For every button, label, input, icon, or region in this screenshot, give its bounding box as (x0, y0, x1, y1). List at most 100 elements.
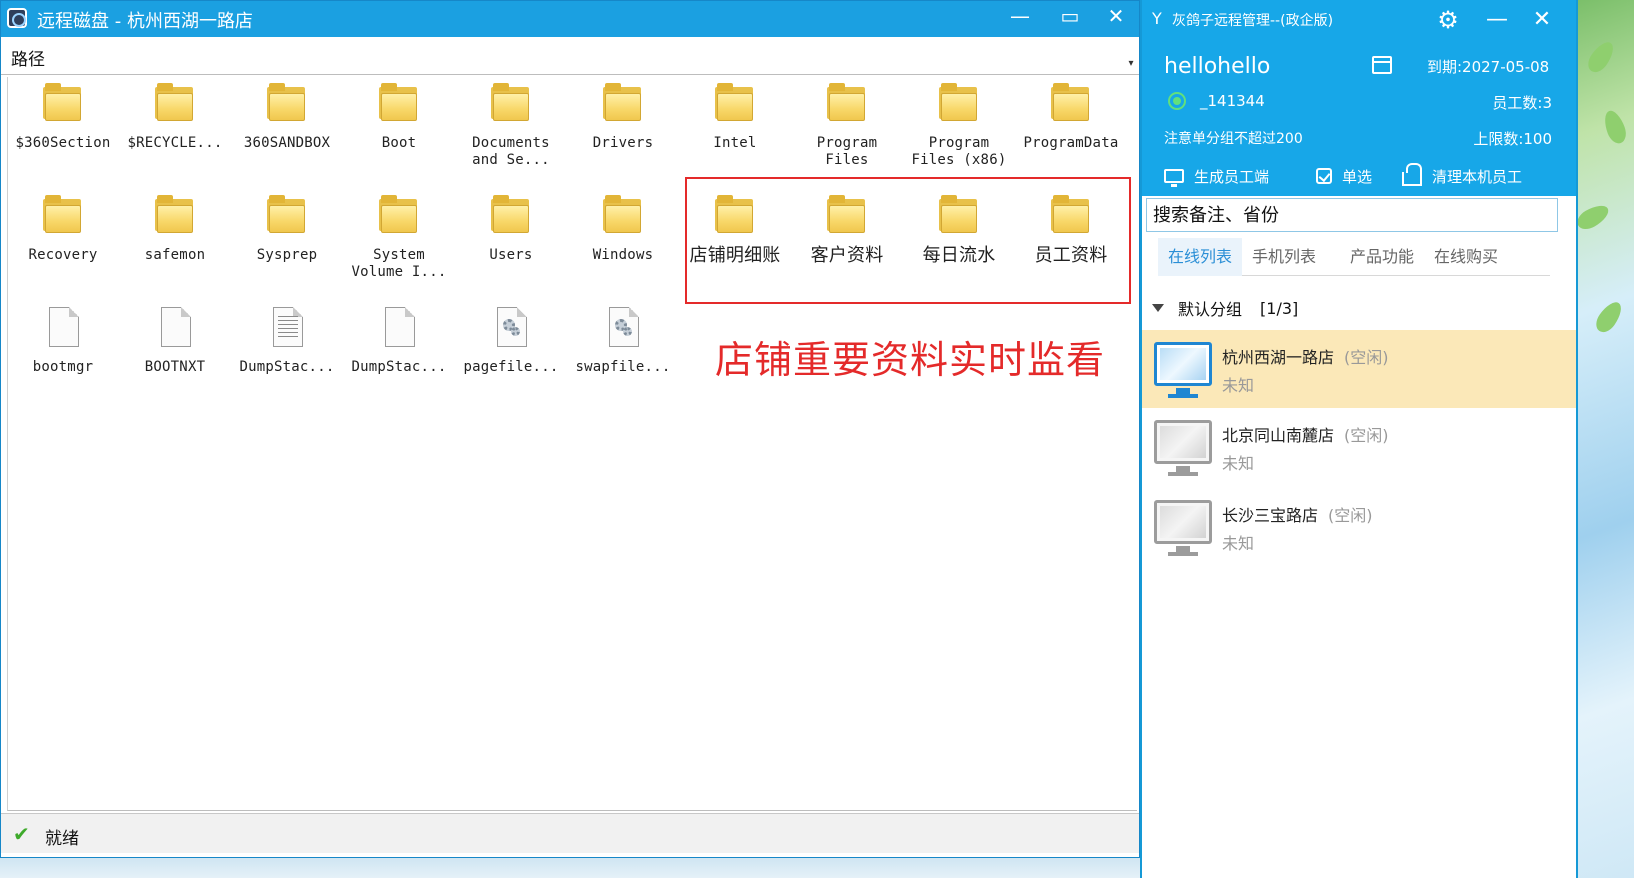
checkmark-icon: ✔ (13, 822, 30, 846)
folder-item[interactable]: Drivers (567, 77, 679, 177)
file-label: swapfile... (575, 359, 671, 375)
folder-icon (43, 195, 83, 237)
close-button[interactable]: ✕ (1527, 4, 1557, 36)
folder-item[interactable]: Users (455, 189, 567, 289)
system-file-icon (491, 307, 531, 349)
device-location: 未知 (1222, 376, 1255, 395)
minimize-button[interactable]: — (1482, 4, 1512, 36)
folder-icon (603, 83, 643, 125)
folder-item[interactable]: ProgramData (1015, 77, 1127, 177)
folder-item[interactable]: Program Files (791, 77, 903, 177)
group-header[interactable]: 默认分组 [1/3] (1152, 296, 1298, 320)
folder-icon (379, 195, 419, 237)
folder-icon (491, 83, 531, 125)
checkbox-icon (1316, 168, 1332, 184)
leaf-decoration (1573, 200, 1613, 234)
leaf-decoration (1583, 37, 1619, 77)
generate-client-label: 生成员工端 (1194, 167, 1270, 186)
generate-client-button[interactable]: 生成员工端 (1164, 164, 1269, 188)
file-item[interactable]: bootmgr (7, 301, 119, 401)
manager-tabs: 在线列表 手机列表 产品功能 在线购买 (1158, 238, 1550, 276)
file-label: DumpStac... (351, 359, 447, 375)
device-item[interactable]: 杭州西湖一路店 (空闲) 未知 (1142, 330, 1576, 408)
scroll-down-arrow-icon[interactable]: ▾ (1125, 55, 1137, 73)
file-icon (43, 307, 83, 349)
file-item[interactable]: DumpStac... (343, 301, 455, 401)
device-item[interactable]: 长沙三宝路店 (空闲) 未知 (1142, 488, 1576, 566)
computer-icon (1154, 420, 1212, 464)
folder-item[interactable]: Recovery (7, 189, 119, 289)
gear-icon[interactable]: ⚙ (1432, 4, 1464, 36)
folder-item[interactable]: System Volume I... (343, 189, 455, 289)
caret-down-icon[interactable] (1152, 304, 1164, 312)
folder-item[interactable]: safemon (119, 189, 231, 289)
maximize-button[interactable]: ▭ (1047, 1, 1093, 31)
file-label: Users (489, 247, 533, 263)
file-label: ProgramData (1023, 135, 1119, 151)
status-bar: ✔ 就绪 (1, 813, 1139, 853)
folder-item[interactable]: 360SANDBOX (231, 77, 343, 177)
user-id: _141344 (1200, 92, 1265, 110)
file-label: System Volume I... (351, 247, 447, 280)
close-button[interactable]: ✕ (1093, 1, 1139, 31)
folder-item[interactable]: $360Section (7, 77, 119, 177)
app-icon (7, 8, 27, 28)
file-label: Windows (592, 247, 654, 263)
device-item[interactable]: 北京同山南麓店 (空闲) 未知 (1142, 408, 1576, 486)
tab-product-features[interactable]: 产品功能 (1340, 238, 1424, 276)
device-name: 长沙三宝路店 (1222, 506, 1319, 525)
device-name: 杭州西湖一路店 (1222, 348, 1335, 367)
file-item[interactable]: DumpStac... (231, 301, 343, 401)
group-name: 默认分组 (1178, 300, 1243, 319)
file-item[interactable]: BOOTNXT (119, 301, 231, 401)
computer-icon (1154, 500, 1212, 544)
remote-disk-window: 远程磁盘 - 杭州西湖一路店 — ▭ ✕ 路径 ▾ $360Section $RE… (0, 0, 1140, 858)
path-bar[interactable]: 路径 ▾ (1, 37, 1139, 75)
file-item[interactable]: swapfile... (567, 301, 679, 401)
folder-icon (491, 195, 531, 237)
leaf-decoration (1591, 297, 1627, 337)
file-label: BOOTNXT (144, 359, 206, 375)
file-label: $360Section (15, 135, 111, 151)
file-label: 360SANDBOX (243, 135, 331, 151)
file-item[interactable]: pagefile... (455, 301, 567, 401)
folder-item[interactable]: Windows (567, 189, 679, 289)
folder-item[interactable]: $RECYCLE... (119, 77, 231, 177)
file-label: Documents and Se... (472, 135, 550, 168)
basket-icon (1402, 163, 1422, 186)
monitor-icon (1164, 169, 1184, 187)
disk-window-titlebar[interactable]: 远程磁盘 - 杭州西湖一路店 — ▭ ✕ (1, 1, 1139, 37)
file-label: Boot (381, 135, 417, 151)
file-label: Recovery (28, 247, 98, 263)
system-file-icon (603, 307, 643, 349)
file-icon (155, 307, 195, 349)
folder-icon (1051, 83, 1091, 125)
single-select-label: 单选 (1342, 167, 1373, 186)
folder-icon (379, 83, 419, 125)
app-title: 灰鸽子远程管理--(政企版) (1172, 13, 1334, 29)
folder-item[interactable]: Documents and Se... (455, 77, 567, 177)
expiry-date: 到期:2027-05-08 (1427, 58, 1550, 76)
minimize-button[interactable]: — (997, 1, 1043, 31)
tab-online-list[interactable]: 在线列表 (1158, 238, 1243, 276)
computer-icon (1154, 342, 1212, 386)
device-location: 未知 (1222, 534, 1255, 553)
folder-item[interactable]: Program Files (x86) (903, 77, 1015, 177)
folder-icon (603, 195, 643, 237)
search-input[interactable] (1146, 198, 1558, 232)
file-label: Drivers (592, 135, 654, 151)
single-select-button[interactable]: 单选 (1316, 164, 1372, 188)
folder-item[interactable]: Sysprep (231, 189, 343, 289)
tab-mobile-list[interactable]: 手机列表 (1242, 238, 1326, 276)
overlay-caption: 店铺重要资料实时监看 (715, 338, 1106, 382)
folder-icon (715, 83, 755, 125)
file-icon (379, 307, 419, 349)
folder-icon (267, 83, 307, 125)
clean-staff-button[interactable]: 清理本机员工 (1402, 163, 1523, 188)
pigeon-logo-icon: Y (1152, 9, 1162, 28)
folder-item[interactable]: Intel (679, 77, 791, 177)
tab-online-purchase[interactable]: 在线购买 (1424, 238, 1508, 276)
folder-icon (155, 83, 195, 125)
clean-staff-label: 清理本机员工 (1432, 167, 1523, 186)
folder-item[interactable]: Boot (343, 77, 455, 177)
